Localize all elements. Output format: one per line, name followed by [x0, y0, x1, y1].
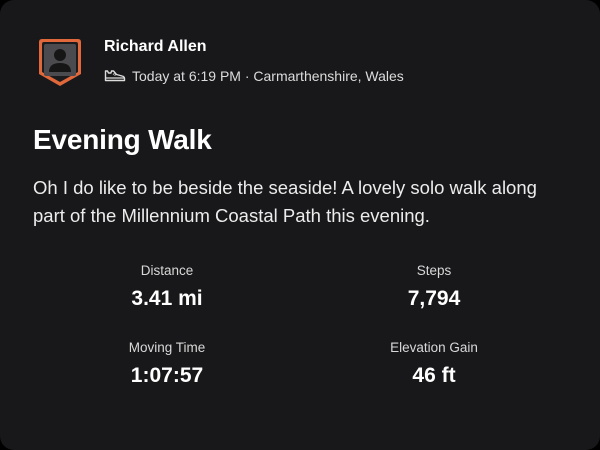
athlete-name[interactable]: Richard Allen: [104, 38, 207, 56]
stat-label: Moving Time: [128, 340, 206, 355]
activity-meta-text: Today at 6:19 PM · Carmarthenshire, Wale…: [132, 68, 404, 84]
activity-header: Richard Allen Today at 6:19 PM · Carmart…: [34, 36, 574, 92]
stat-label: Steps: [416, 263, 452, 278]
stat-distance: Distance 3.41 mi: [67, 262, 267, 312]
stat-label: Distance: [140, 263, 194, 278]
stat-elevation-gain: Elevation Gain 46 ft: [334, 339, 534, 389]
stat-label: Elevation Gain: [390, 340, 478, 355]
activity-description: Oh I do like to be beside the seaside! A…: [33, 177, 537, 226]
activity-card: Richard Allen Today at 6:19 PM · Carmart…: [0, 0, 600, 450]
user-silhouette-icon: [39, 39, 81, 86]
stat-steps: Steps 7,794: [334, 262, 534, 312]
shoe-icon: [104, 69, 126, 83]
avatar[interactable]: [36, 36, 84, 88]
stat-value: 1:07:57: [130, 364, 204, 387]
stat-value: 46 ft: [412, 364, 456, 387]
activity-title[interactable]: Evening Walk: [33, 124, 212, 156]
activity-meta: Today at 6:19 PM · Carmarthenshire, Wale…: [104, 66, 404, 86]
stat-value: 7,794: [407, 287, 461, 310]
stat-value: 3.41 mi: [131, 287, 203, 310]
stat-moving-time: Moving Time 1:07:57: [67, 339, 267, 389]
